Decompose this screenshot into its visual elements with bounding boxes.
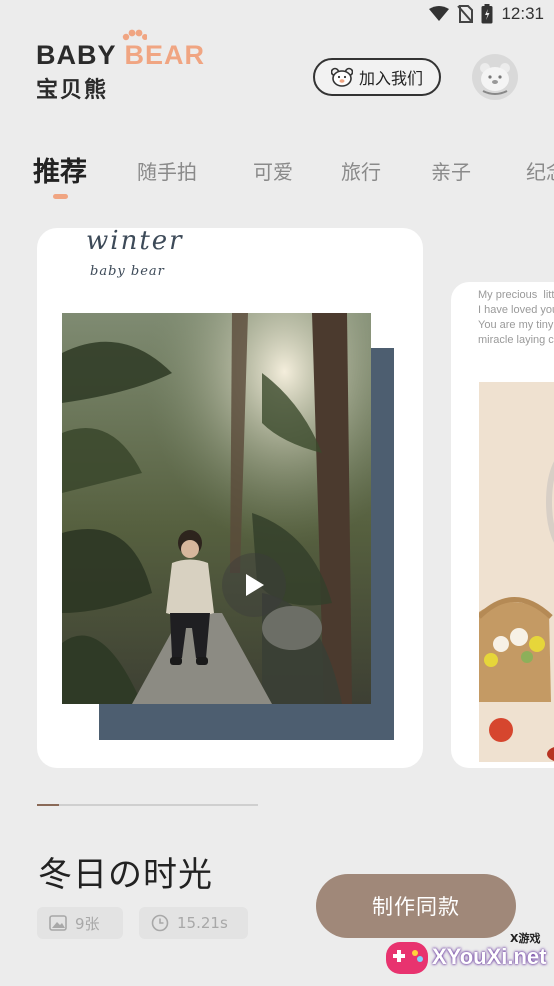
image-icon [49, 915, 67, 931]
duration: 15.21s [177, 914, 228, 932]
status-time: 12:31 [501, 4, 544, 23]
bear-face-icon [330, 67, 353, 87]
tab-recommend[interactable]: 推荐 [33, 150, 87, 189]
watermark-label: XYouXi.net [432, 944, 547, 969]
photo-count-chip: 9张 [37, 907, 123, 939]
make-same-label: 制作同款 [372, 895, 460, 919]
clock-icon [151, 914, 169, 932]
template-card[interactable]: winter baby bear [37, 226, 423, 768]
no-sim-icon [457, 5, 474, 23]
tab-travel[interactable]: 旅行 [341, 156, 381, 185]
status-icons: 12:31 [429, 4, 544, 24]
play-button[interactable] [222, 553, 286, 617]
category-tabs: 推荐 随手拍 可爱 旅行 亲子 纪念 [0, 150, 554, 200]
status-bar: 12:31 [0, 0, 554, 30]
site-watermark: X游戏 XYouXi.net [382, 928, 552, 984]
card-title: winter [86, 226, 184, 256]
join-us-label: 加入我们 [358, 69, 423, 88]
bear-avatar-icon [480, 63, 510, 95]
template-card-next[interactable]: My precious litt I have loved you You ar… [451, 282, 554, 768]
avatar[interactable] [472, 54, 518, 100]
card-photo [62, 313, 371, 704]
carousel-scrollbar [37, 804, 258, 806]
battery-icon [481, 4, 493, 24]
play-icon [246, 574, 264, 596]
logo-bear-label: BEAR [124, 40, 206, 70]
logo-text-baby: BABY [36, 40, 117, 70]
app-logo: BABY BEAR 宝贝熊 [36, 29, 206, 104]
gamepad-logo-icon [386, 942, 428, 974]
card2-caption: My precious litt I have loved you You ar… [478, 289, 554, 346]
logo-text-bear: BEAR [122, 29, 206, 70]
active-tab-indicator [53, 194, 68, 199]
template-title: 冬日の时光 [38, 855, 213, 895]
wifi-icon [429, 6, 450, 22]
join-us-button[interactable]: 加入我们 [313, 58, 441, 96]
paw-icon [122, 29, 147, 41]
card-subtitle: baby bear [90, 264, 165, 279]
duration-chip: 15.21s [139, 907, 248, 939]
tab-snapshot[interactable]: 随手拍 [137, 156, 197, 185]
photo-count: 9张 [75, 914, 100, 933]
card2-photo [479, 382, 554, 762]
tab-memorial[interactable]: 纪念 [526, 156, 554, 185]
tab-cute[interactable]: 可爱 [253, 156, 293, 185]
tab-parent-child[interactable]: 亲子 [431, 156, 471, 185]
carousel-scrollbar-thumb [37, 804, 59, 806]
logo-text-chinese: 宝贝熊 [36, 78, 109, 103]
